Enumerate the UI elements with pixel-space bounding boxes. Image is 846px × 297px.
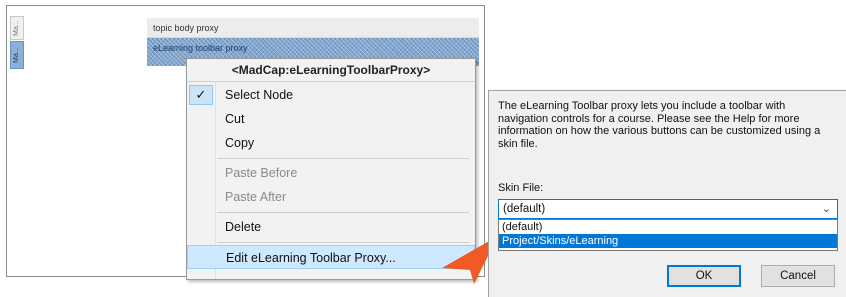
dropdown-option-project-skins-elearning[interactable]: Project/Skins/eLearning xyxy=(499,234,837,248)
menu-item-paste-before[interactable]: Paste Before xyxy=(187,161,475,185)
menu-item-paste-after[interactable]: Paste After xyxy=(187,185,475,209)
menu-item-label: Cut xyxy=(225,112,245,126)
context-menu: <MadCap:eLearningToolbarProxy> ✓ Select … xyxy=(186,58,476,280)
structure-bar: Ma... Ma... xyxy=(7,6,25,69)
menu-item-label: Edit eLearning Toolbar Proxy... xyxy=(226,251,396,265)
skin-file-selected-value: (default) xyxy=(503,203,546,215)
menu-item-label: Paste Before xyxy=(225,166,298,180)
skin-file-label: Skin File: xyxy=(498,182,544,194)
menu-item-label: Paste After xyxy=(225,190,287,204)
ok-button[interactable]: OK xyxy=(667,265,741,287)
skin-file-select[interactable]: (default) ⌄ xyxy=(498,199,838,219)
menu-item-select-node[interactable]: ✓ Select Node xyxy=(187,83,475,107)
menu-item-label: Delete xyxy=(225,220,262,234)
menu-item-label: Select Node xyxy=(225,88,294,102)
elearning-toolbar-proxy-dialog: The eLearning Toolbar proxy lets you inc… xyxy=(488,90,846,297)
menu-separator xyxy=(217,158,469,159)
skin-file-dropdown-list: (default) Project/Skins/eLearning xyxy=(498,219,838,251)
menu-item-edit-elearning-toolbar-proxy[interactable]: Edit eLearning Toolbar Proxy... xyxy=(187,245,475,269)
chevron-down-icon[interactable]: ⌄ xyxy=(822,200,831,218)
context-menu-header: <MadCap:eLearningToolbarProxy> xyxy=(187,59,475,82)
topic-body-proxy-block[interactable]: topic body proxy xyxy=(147,18,479,38)
menu-separator xyxy=(217,242,469,243)
cancel-button[interactable]: Cancel xyxy=(761,265,835,287)
menu-item-label: Copy xyxy=(225,136,255,150)
structure-tag-2[interactable]: Ma... xyxy=(10,41,24,69)
dropdown-option-default[interactable]: (default) xyxy=(499,220,837,234)
menu-item-cut[interactable]: Cut xyxy=(187,107,475,131)
menu-item-copy[interactable]: Copy xyxy=(187,131,475,155)
menu-item-delete[interactable]: Delete xyxy=(187,215,475,239)
checkmark-icon: ✓ xyxy=(189,85,213,105)
dialog-description: The eLearning Toolbar proxy lets you inc… xyxy=(498,100,821,150)
structure-tag-1[interactable]: Ma... xyxy=(10,16,24,40)
menu-separator xyxy=(217,212,469,213)
